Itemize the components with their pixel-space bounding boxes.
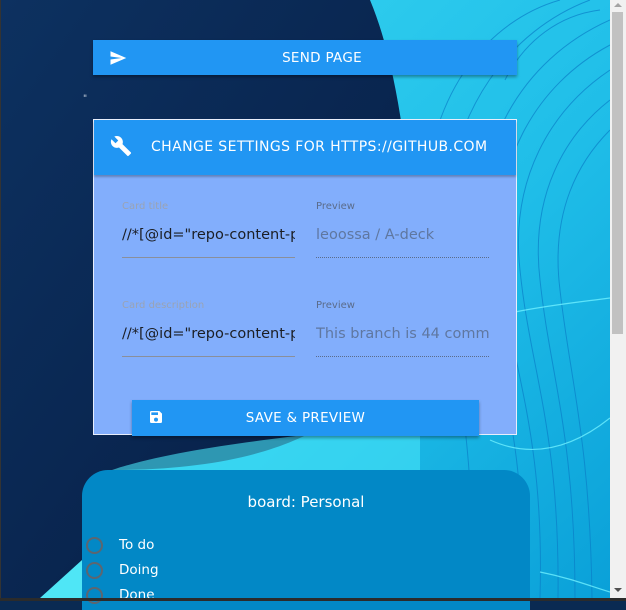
card-description-input[interactable]: //*[@id="repo-content-p: [122, 326, 295, 342]
settings-card-title: CHANGE SETTINGS FOR HTTPS://GITHUB.COM: [151, 139, 488, 155]
vertical-scrollbar[interactable]: [610, 0, 626, 598]
radio-button[interactable]: [86, 561, 103, 579]
board-title: board: Personal: [247, 493, 365, 511]
list-item-done[interactable]: Done: [86, 584, 155, 606]
list-item-label: To do: [119, 537, 155, 553]
scroll-up-arrow-icon[interactable]: [614, 3, 622, 7]
save-preview-label: SAVE & PREVIEW: [245, 410, 366, 426]
card-description-label: Card description: [122, 300, 205, 311]
settings-card-header: CHANGE SETTINGS FOR HTTPS://GITHUB.COM: [94, 120, 516, 175]
board-panel: board: Personal To do Doing Done: [82, 470, 530, 610]
card-description-preview-label: Preview: [316, 300, 355, 311]
card-title-input[interactable]: //*[@id="repo-content-p: [122, 227, 295, 243]
send-page-label: SEND PAGE: [282, 49, 362, 66]
card-description-preview-underline: [316, 356, 489, 357]
send-page-button[interactable]: SEND PAGE: [93, 40, 517, 75]
card-title-preview-value: leoossa / A-deck: [316, 227, 435, 243]
card-title-label: Card title: [122, 201, 169, 212]
list-item-doing[interactable]: Doing: [86, 559, 159, 581]
send-icon: [109, 49, 127, 67]
window-border-left: [0, 0, 1, 601]
scroll-down-arrow-icon[interactable]: [614, 588, 622, 592]
card-description-preview-value: This branch is 44 commi: [316, 326, 489, 342]
list-item-label: Doing: [119, 562, 159, 578]
card-title-preview-label: Preview: [316, 201, 355, 212]
scrollbar-thumb[interactable]: [612, 12, 623, 334]
list-item-to-do[interactable]: To do: [86, 534, 154, 556]
radio-button[interactable]: [86, 536, 103, 554]
card-title-underline: [122, 257, 295, 258]
card-title-preview-underline: [316, 257, 489, 258]
settings-card: CHANGE SETTINGS FOR HTTPS://GITHUB.COM C…: [93, 119, 517, 435]
wrench-icon: [110, 135, 132, 157]
save-preview-button[interactable]: SAVE & PREVIEW: [132, 400, 479, 436]
stray-quote-mark: ": [83, 94, 88, 104]
save-icon: [148, 409, 166, 427]
card-description-underline: [122, 356, 295, 357]
